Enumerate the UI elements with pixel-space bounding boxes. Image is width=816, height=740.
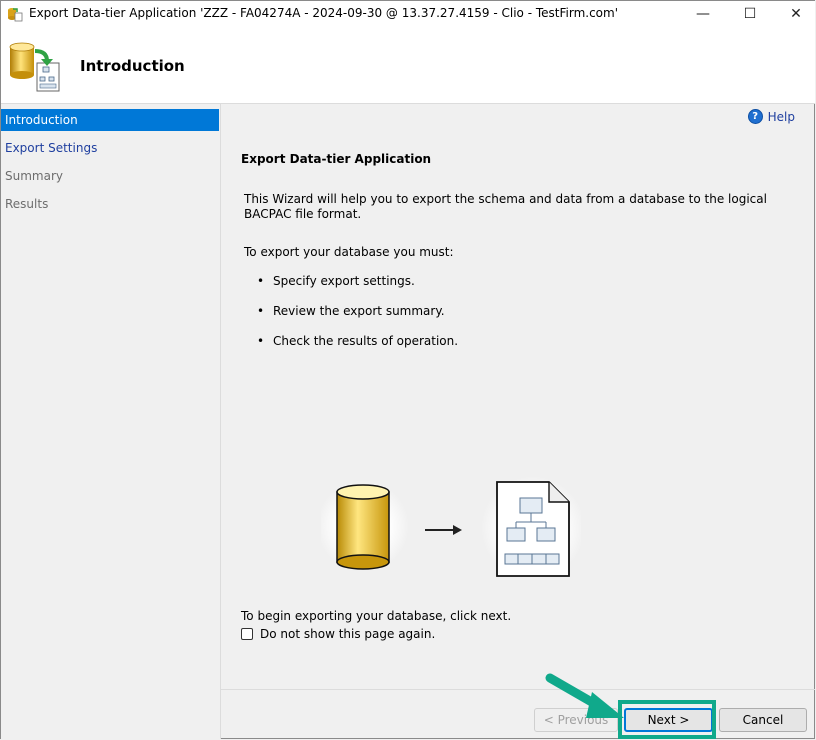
begin-text: To begin exporting your database, click … bbox=[241, 609, 512, 623]
sidebar-item-label: Export Settings bbox=[5, 141, 98, 155]
next-highlight-box bbox=[618, 700, 716, 739]
list-item-text: Specify export settings. bbox=[273, 274, 415, 288]
do-not-show-checkbox[interactable] bbox=[241, 628, 253, 640]
requirements-heading: To export your database you must: bbox=[244, 245, 454, 259]
database-export-icon bbox=[9, 42, 60, 92]
bacpac-file-icon bbox=[481, 476, 581, 580]
bullet-icon: • bbox=[257, 304, 265, 318]
pointer-arrow-icon bbox=[545, 673, 624, 718]
sidebar-item-label: Results bbox=[5, 197, 49, 211]
window-title: Export Data-tier Application 'ZZZ - FA04… bbox=[29, 6, 618, 20]
cancel-button[interactable]: Cancel bbox=[719, 708, 807, 732]
list-item: • Specify export settings. bbox=[257, 274, 415, 288]
list-item-text: Review the export summary. bbox=[273, 304, 445, 318]
maximize-button[interactable]: ☐ bbox=[727, 1, 773, 27]
close-button[interactable]: ✕ bbox=[773, 1, 816, 27]
sidebar-item-introduction[interactable]: Introduction bbox=[1, 109, 219, 131]
wizard-window: Export Data-tier Application 'ZZZ - FA04… bbox=[0, 0, 815, 739]
cancel-button-label: Cancel bbox=[742, 713, 784, 727]
maximize-icon: ☐ bbox=[743, 6, 757, 22]
app-icon bbox=[8, 8, 23, 22]
wizard-header: Introduction bbox=[1, 27, 815, 104]
list-item: • Review the export summary. bbox=[257, 304, 445, 318]
database-icon bbox=[321, 480, 409, 572]
sidebar-item-export-settings[interactable]: Export Settings bbox=[1, 137, 219, 159]
sidebar-item-label: Summary bbox=[5, 169, 63, 183]
wizard-sidebar: Introduction Export Settings Summary Res… bbox=[1, 104, 221, 739]
main-content: ? Help Export Data-tier Application This… bbox=[221, 104, 815, 689]
arrow-right-icon bbox=[425, 525, 462, 535]
help-link[interactable]: ? Help bbox=[747, 109, 795, 124]
bullet-icon: • bbox=[257, 274, 265, 288]
do-not-show-label[interactable]: Do not show this page again. bbox=[260, 627, 435, 641]
title-bar: Export Data-tier Application 'ZZZ - FA04… bbox=[1, 1, 815, 27]
page-title: Introduction bbox=[80, 57, 185, 75]
intro-text: This Wizard will help you to export the … bbox=[244, 192, 767, 221]
sidebar-item-results: Results bbox=[1, 193, 219, 215]
close-icon: ✕ bbox=[790, 6, 802, 22]
do-not-show-row[interactable]: Do not show this page again. bbox=[241, 627, 435, 641]
sidebar-item-label: Introduction bbox=[5, 113, 78, 127]
export-illustration bbox=[321, 476, 581, 580]
section-title: Export Data-tier Application bbox=[241, 152, 432, 166]
help-label: Help bbox=[767, 109, 795, 124]
list-item-text: Check the results of operation. bbox=[273, 334, 459, 348]
footer-divider bbox=[221, 689, 815, 690]
bullet-icon: • bbox=[257, 334, 265, 348]
minimize-icon: — bbox=[696, 6, 710, 22]
sidebar-item-summary: Summary bbox=[1, 165, 219, 187]
help-icon: ? bbox=[747, 109, 763, 124]
minimize-button[interactable]: — bbox=[680, 1, 726, 27]
list-item: • Check the results of operation. bbox=[257, 334, 458, 348]
